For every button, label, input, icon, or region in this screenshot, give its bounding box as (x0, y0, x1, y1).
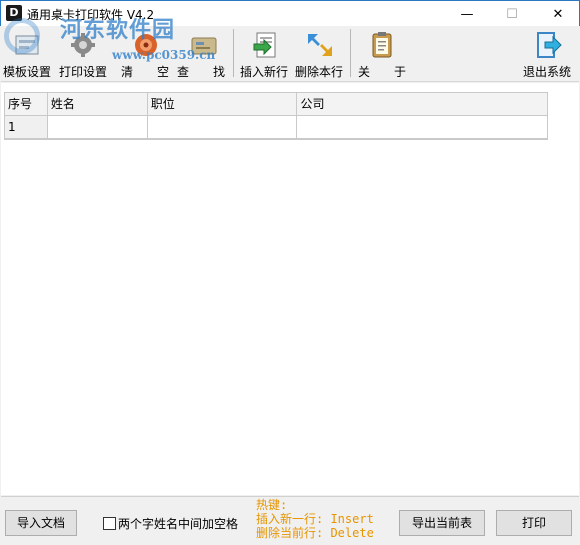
insert-row-label: 插入新行 (240, 65, 289, 79)
content-area (1, 83, 579, 495)
template-settings-label: 模板设置 (3, 65, 52, 79)
watermark-url: www.pc0359.cn (112, 48, 216, 62)
toolbar-separator (350, 29, 351, 77)
space-name-checkbox[interactable] (103, 516, 116, 530)
watermark-logo (4, 18, 40, 54)
hotkey-info: 热键: 插入新一行: Insert 删除当前行: Delete (256, 498, 374, 540)
company-cell[interactable] (297, 116, 547, 139)
exit-label: 退出系统 (523, 65, 572, 79)
watermark-text: 河东软件园 (60, 17, 176, 43)
insert-row-button[interactable]: 插入新行 (238, 28, 292, 80)
hotkey-delete: 删除当前行: Delete (256, 526, 374, 540)
clear-label: 清 空 (121, 65, 170, 79)
print-settings-label: 打印设置 (59, 65, 108, 79)
column-header-index[interactable]: 序号 (5, 93, 48, 116)
close-button[interactable]: ✕ (535, 1, 580, 27)
position-cell[interactable] (147, 116, 298, 139)
table-row[interactable]: 1 (5, 116, 547, 139)
grid-header-row: 序号 姓名 职位 公司 (5, 93, 547, 116)
delete-row-icon (308, 34, 332, 56)
hotkey-insert: 插入新一行: Insert (256, 512, 374, 526)
delete-row-button[interactable]: 删除本行 (293, 28, 347, 80)
clipboard-icon (372, 32, 392, 58)
minimize-button[interactable]: — (444, 1, 490, 27)
row-index-cell[interactable]: 1 (5, 116, 48, 139)
print-button[interactable]: 打印 (496, 510, 572, 536)
column-header-company[interactable]: 公司 (297, 93, 547, 116)
name-cell[interactable] (47, 116, 148, 139)
export-table-button[interactable]: 导出当前表 (399, 510, 485, 536)
find-label: 查 找 (177, 65, 226, 79)
about-button[interactable]: 关 于 (356, 28, 408, 80)
exit-button[interactable]: 退出系统 (521, 28, 575, 80)
insert-row-icon (253, 32, 276, 58)
delete-row-label: 删除本行 (295, 65, 344, 79)
column-header-name[interactable]: 姓名 (47, 93, 148, 116)
about-label: 关 于 (358, 65, 407, 79)
column-header-position[interactable]: 职位 (147, 93, 298, 116)
exit-icon (537, 32, 562, 58)
hotkey-title: 热键: (256, 498, 288, 512)
import-document-button[interactable]: 导入文档 (5, 510, 77, 536)
space-name-checkbox-group[interactable]: 两个字姓名中间加空格 (103, 515, 238, 531)
maximize-button[interactable]: ☐ (489, 1, 535, 27)
data-grid[interactable]: 序号 姓名 职位 公司 1 (4, 92, 548, 140)
toolbar-separator (233, 29, 234, 77)
space-name-checkbox-label[interactable]: 两个字姓名中间加空格 (118, 515, 238, 532)
